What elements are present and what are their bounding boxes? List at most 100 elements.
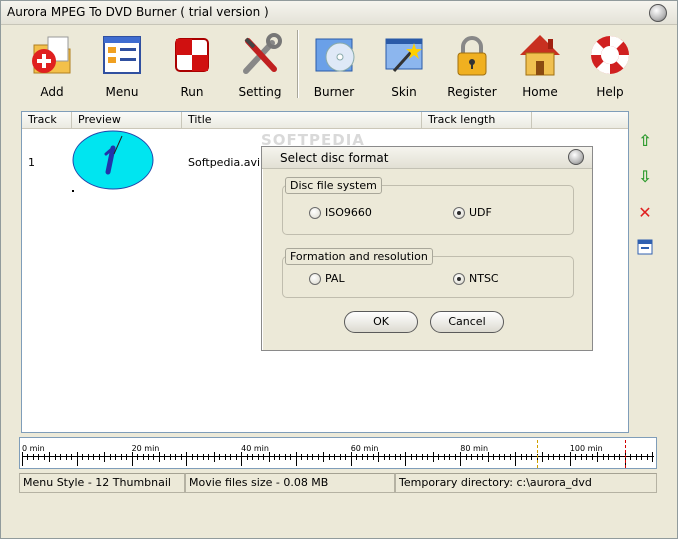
ruler-tick bbox=[323, 452, 325, 462]
ruler-tick bbox=[328, 454, 330, 460]
ruler-tick bbox=[591, 454, 593, 460]
toolbar: Add Menu Run Setting Burner Skin Registe… bbox=[1, 26, 677, 102]
column-header-track[interactable]: Track bbox=[22, 112, 72, 129]
radio-pal-indicator bbox=[309, 272, 321, 285]
ruler-tick bbox=[93, 454, 95, 460]
radio-iso9660[interactable]: ISO9660 bbox=[309, 206, 372, 219]
radio-ntsc[interactable]: NTSC bbox=[453, 272, 499, 285]
delete-x-icon[interactable]: ✕ bbox=[635, 203, 655, 223]
setting-button[interactable]: Setting bbox=[227, 29, 293, 99]
properties-window-icon[interactable] bbox=[635, 239, 655, 259]
ruler-tick bbox=[498, 454, 500, 460]
ruler-tick bbox=[471, 454, 473, 460]
dialog-title: Select disc format bbox=[280, 151, 389, 165]
ruler-tick bbox=[158, 452, 160, 462]
ruler-tick bbox=[126, 454, 128, 460]
menu-button[interactable]: Menu bbox=[89, 29, 155, 99]
ruler-tick bbox=[646, 454, 648, 460]
ruler-tick bbox=[38, 454, 40, 460]
radio-iso9660-indicator bbox=[309, 206, 321, 219]
ruler-tick bbox=[416, 454, 418, 460]
ok-button[interactable]: OK bbox=[344, 311, 418, 333]
ruler-tick bbox=[449, 454, 451, 460]
radio-udf-indicator bbox=[453, 206, 465, 219]
ruler-tick bbox=[306, 454, 308, 460]
ruler-tick bbox=[619, 454, 621, 460]
ruler-tick bbox=[175, 454, 177, 460]
ruler-tick bbox=[49, 452, 51, 462]
column-header-preview[interactable]: Preview bbox=[72, 112, 182, 129]
timeline-ruler[interactable]: 0 min 20 min 40 min 60 min 80 min 100 min bbox=[19, 437, 657, 469]
ruler-label: 100 min bbox=[569, 444, 603, 453]
ruler-tick bbox=[268, 452, 270, 462]
ruler-tick bbox=[65, 454, 67, 460]
dialog-close-button[interactable] bbox=[568, 149, 584, 165]
ruler-tick bbox=[120, 454, 122, 460]
ruler-tick bbox=[109, 454, 111, 460]
ruler-tick bbox=[76, 452, 78, 466]
ruler-tick bbox=[367, 454, 369, 460]
ruler-tick bbox=[32, 454, 34, 460]
ruler-tick bbox=[361, 454, 363, 460]
register-button[interactable]: Register bbox=[439, 29, 505, 99]
wrench-screwdriver-icon bbox=[236, 31, 284, 79]
ruler-tick bbox=[295, 452, 297, 466]
skin-button[interactable]: Skin bbox=[371, 29, 437, 99]
ruler-tick bbox=[219, 454, 221, 460]
ruler-tick bbox=[564, 454, 566, 460]
column-header-title[interactable]: Title bbox=[182, 112, 422, 129]
ruler-tick bbox=[241, 452, 243, 466]
help-button[interactable]: Help bbox=[577, 29, 643, 99]
add-button[interactable]: Add bbox=[19, 29, 85, 99]
ruler-tick bbox=[652, 452, 653, 462]
add-folder-icon bbox=[28, 31, 76, 79]
burner-disc-icon bbox=[310, 31, 358, 79]
ruler-tick bbox=[635, 454, 637, 460]
ruler-tick bbox=[54, 454, 56, 460]
radio-pal[interactable]: PAL bbox=[309, 272, 345, 285]
ruler-tick bbox=[301, 454, 303, 460]
ruler-label: 80 min bbox=[460, 444, 489, 453]
ruler-tick bbox=[339, 454, 341, 460]
toolbar-separator bbox=[297, 30, 299, 98]
ruler-tick bbox=[493, 454, 495, 460]
column-header-track-length[interactable]: Track length bbox=[422, 112, 532, 129]
burner-button[interactable]: Burner bbox=[301, 29, 367, 99]
move-down-arrow-icon[interactable]: ⇩ bbox=[635, 167, 655, 187]
padlock-icon bbox=[448, 31, 496, 79]
ruler-tick bbox=[487, 452, 489, 462]
ruler-tick bbox=[553, 454, 555, 460]
dialog-title-bar: Select disc format bbox=[262, 147, 592, 169]
ruler-tick bbox=[164, 454, 166, 460]
main-window: Aurora MPEG To DVD Burner ( trial versio… bbox=[0, 0, 678, 539]
move-up-arrow-icon[interactable]: ⇧ bbox=[635, 131, 655, 151]
home-button[interactable]: Home bbox=[507, 29, 573, 99]
ruler-tick bbox=[580, 454, 582, 460]
radio-udf[interactable]: UDF bbox=[453, 206, 492, 219]
ruler-tick bbox=[608, 454, 610, 460]
close-window-button[interactable] bbox=[649, 4, 667, 22]
ruler-tick bbox=[400, 454, 401, 460]
ruler-label: 0 min bbox=[22, 444, 45, 453]
ruler-label: 60 min bbox=[350, 444, 379, 453]
ruler-tick bbox=[71, 454, 73, 460]
ruler-tick bbox=[148, 454, 149, 460]
cancel-button[interactable]: Cancel bbox=[430, 311, 504, 333]
ruler-tick bbox=[378, 452, 380, 462]
ruler-tick bbox=[213, 452, 215, 462]
ruler-tick bbox=[137, 454, 139, 460]
ruler-tick bbox=[115, 454, 117, 460]
ruler-tick bbox=[641, 454, 643, 460]
row-track-number: 1 bbox=[28, 156, 35, 169]
run-button[interactable]: Run bbox=[159, 29, 225, 99]
ruler-tick bbox=[186, 452, 188, 466]
ruler-tick bbox=[230, 454, 232, 460]
ruler-tick bbox=[263, 454, 265, 460]
title-bar: Aurora MPEG To DVD Burner ( trial versio… bbox=[1, 1, 677, 25]
ruler-tick bbox=[597, 452, 599, 462]
status-files-size: Movie files size - 0.08 MB bbox=[185, 473, 395, 493]
ruler-tick bbox=[87, 454, 89, 460]
ruler-tick bbox=[180, 454, 182, 460]
ruler-tick bbox=[350, 452, 352, 466]
ruler-tick bbox=[482, 454, 484, 460]
